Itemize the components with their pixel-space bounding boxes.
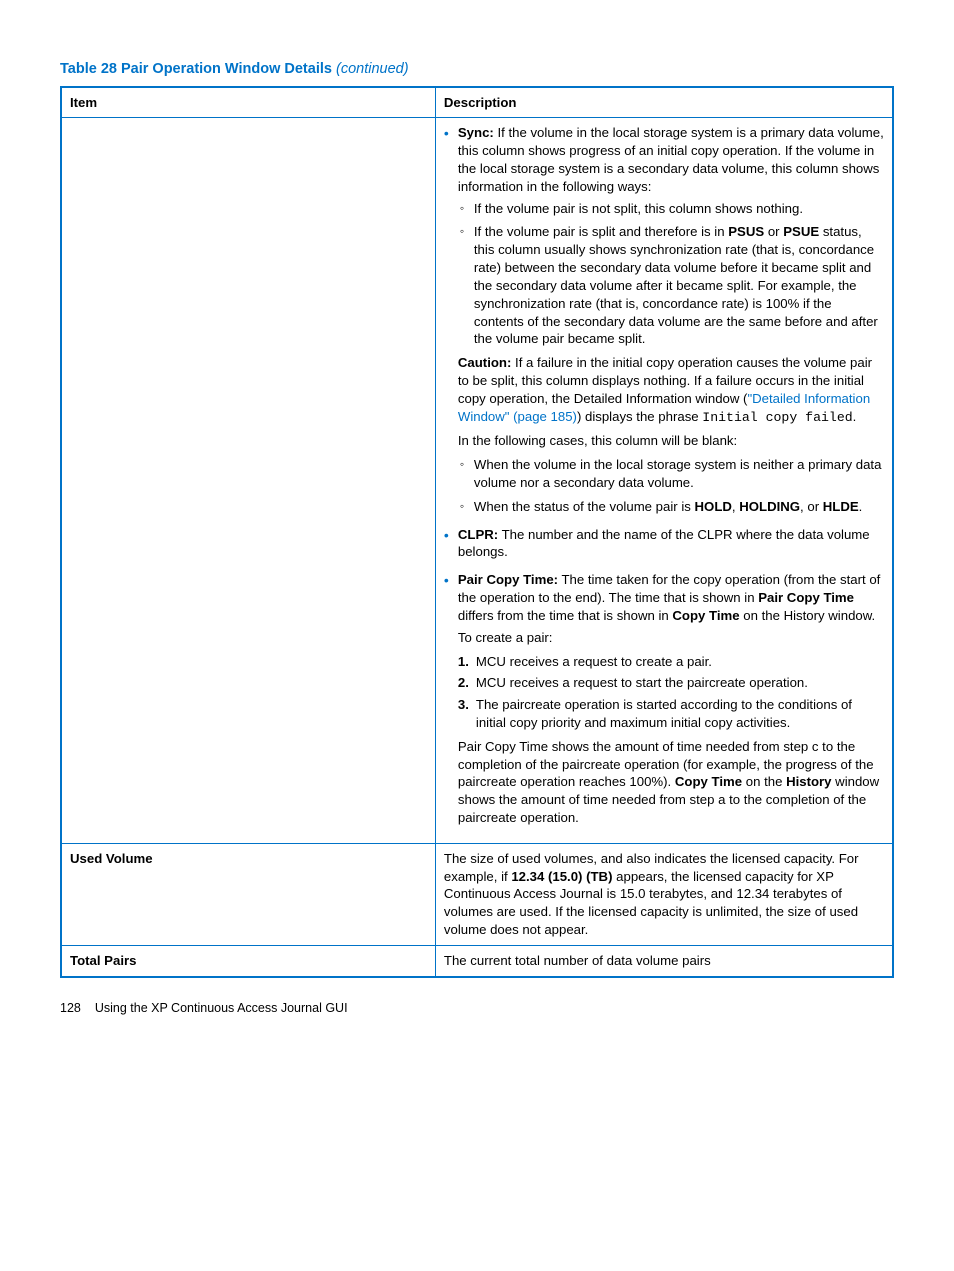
caution-body-c: . (853, 409, 857, 424)
final-b: on the (742, 774, 786, 789)
step-2: MCU receives a request to start the pair… (458, 674, 884, 692)
sync-sub-2: If the volume pair is split and therefor… (458, 223, 884, 348)
table-caption: Table 28 Pair Operation Window Details (… (60, 60, 894, 80)
clpr-lead: CLPR: (458, 527, 498, 542)
used-vol-val: 12.34 (15.0) (TB) (511, 869, 612, 884)
sep2: , or (800, 499, 823, 514)
caption-label: Table 28 Pair Operation Window Details (60, 61, 332, 77)
caution-paragraph: Caution: If a failure in the initial cop… (458, 354, 884, 426)
holding-label: HOLDING (739, 499, 800, 514)
copy-time-b-2: Copy Time (675, 774, 742, 789)
sync-sub-1: If the volume pair is not split, this co… (458, 200, 884, 218)
cell-used-volume: The size of used volumes, and also indic… (435, 843, 893, 945)
item-used-volume: Used Volume (61, 843, 435, 945)
pair-body-c: on the History window. (740, 608, 876, 623)
caution-lead: Caution: (458, 355, 511, 370)
pair-operation-table: Item Description Sync: If the volume in … (60, 86, 894, 978)
step-3: The paircreate operation is started acco… (458, 696, 884, 732)
page-number: 128 (60, 1001, 81, 1015)
item-blank (61, 118, 435, 843)
blank-sub-1: When the volume in the local storage sys… (458, 456, 884, 492)
clpr-body: The number and the name of the CLPR wher… (458, 527, 870, 560)
item-total-pairs: Total Pairs (61, 945, 435, 976)
caution-body-b: ) displays the phrase (577, 409, 702, 424)
bullet-pair-copy-time: Pair Copy Time: The time taken for the c… (444, 571, 884, 827)
copy-failed-code: Initial copy failed (702, 410, 852, 425)
to-create-label: To create a pair: (458, 629, 884, 647)
bullet-sync: Sync: If the volume in the local storage… (444, 124, 884, 515)
pair-lead: Pair Copy Time: (458, 572, 558, 587)
col-description: Description (435, 87, 893, 118)
page-footer: 128 Using the XP Continuous Access Journa… (60, 1000, 894, 1017)
sync-sub2-b: status, this column usually shows synchr… (474, 224, 878, 346)
pair-body-b: differs from the time that is shown in (458, 608, 673, 623)
psue: PSUE (783, 224, 819, 239)
step-1: MCU receives a request to create a pair. (458, 653, 884, 671)
copy-time-b: Copy Time (672, 608, 739, 623)
caption-continued: (continued) (336, 61, 409, 77)
blank-sub-2: When the status of the volume pair is HO… (458, 498, 884, 516)
hold-label: HOLD (695, 499, 732, 514)
table-header-row: Item Description (61, 87, 893, 118)
create-pair-steps: MCU receives a request to create a pair.… (458, 653, 884, 732)
cell-description-main: Sync: If the volume in the local storage… (435, 118, 893, 843)
or-word: or (764, 224, 783, 239)
history-b: History (786, 774, 831, 789)
pair-final-paragraph: Pair Copy Time shows the amount of time … (458, 738, 884, 827)
sync-lead: Sync: (458, 125, 494, 140)
psus: PSUS (728, 224, 764, 239)
footer-label: Using the XP Continuous Access Journal G… (95, 1001, 348, 1015)
sync-body: If the volume in the local storage syste… (458, 125, 884, 193)
blank-cases-intro: In the following cases, this column will… (458, 432, 884, 450)
cell-total-pairs: The current total number of data volume … (435, 945, 893, 976)
bullet-clpr: CLPR: The number and the name of the CLP… (444, 526, 884, 562)
table-row: Total Pairs The current total number of … (61, 945, 893, 976)
col-item: Item (61, 87, 435, 118)
table-row: Sync: If the volume in the local storage… (61, 118, 893, 843)
blank-sub2-a: When the status of the volume pair is (474, 499, 695, 514)
pair-copy-time-b: Pair Copy Time (758, 590, 854, 605)
table-row: Used Volume The size of used volumes, an… (61, 843, 893, 945)
hlde-label: HLDE (823, 499, 859, 514)
sync-sub2-a: If the volume pair is split and therefor… (474, 224, 728, 239)
blank-end: . (859, 499, 863, 514)
